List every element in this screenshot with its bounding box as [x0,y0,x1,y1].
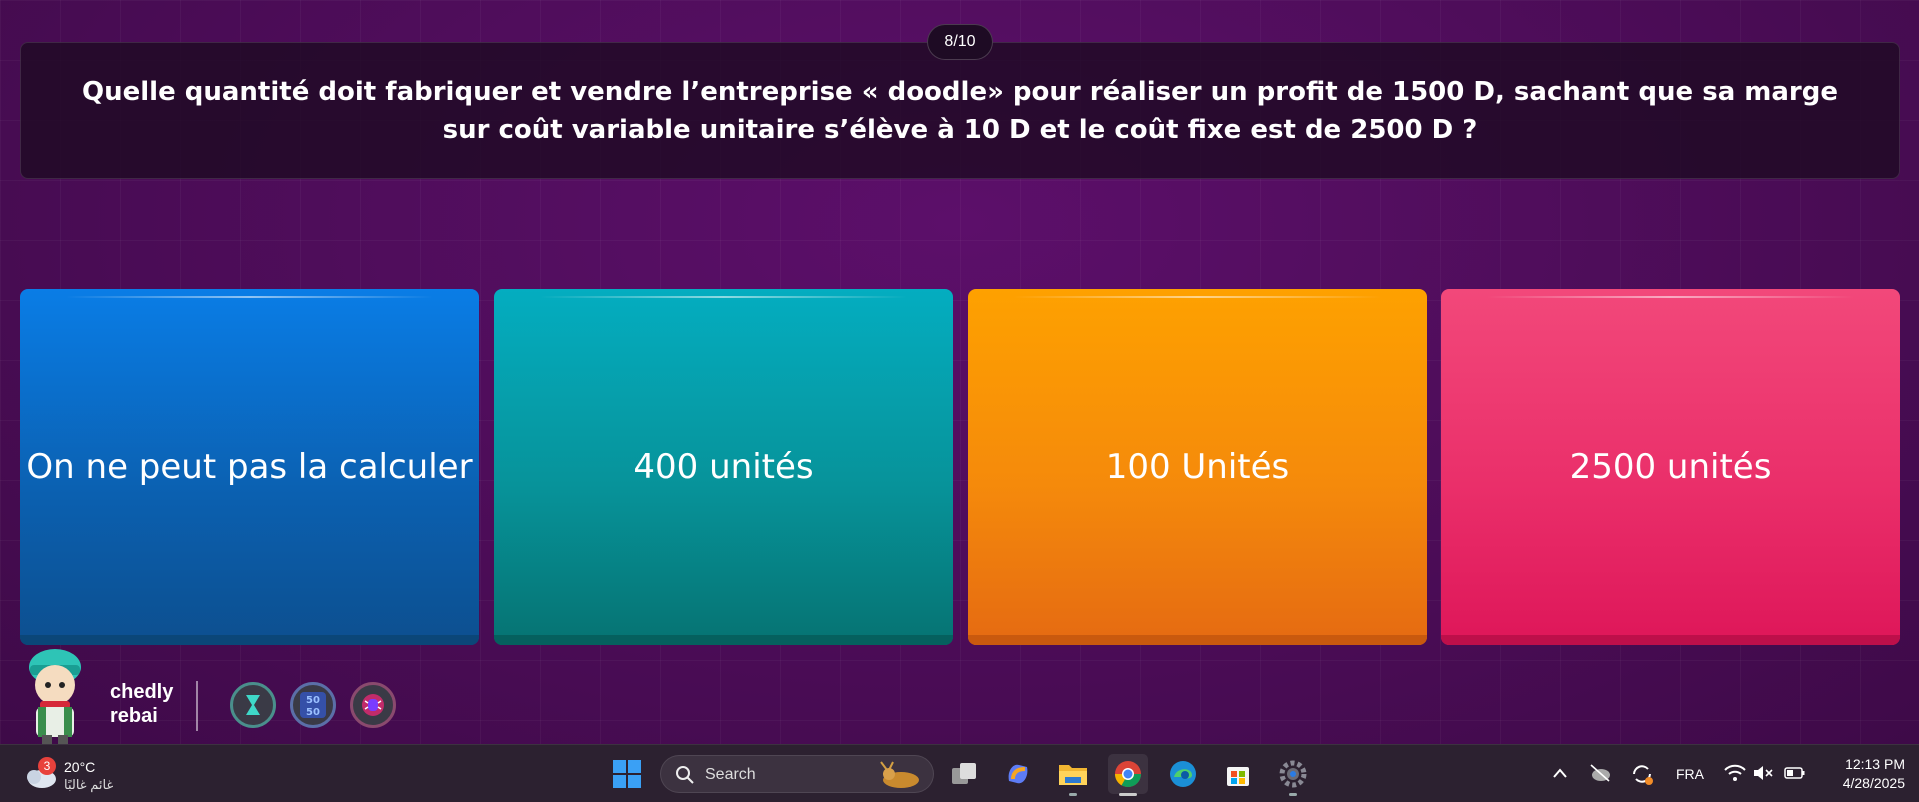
copilot-icon [1008,764,1028,784]
answer-base-1 [20,635,479,645]
answer-option-4[interactable]: 2500 unités [1441,289,1900,645]
answer-option-1[interactable]: On ne peut pas la calculer [20,289,479,645]
fifty-fifty-icon: 50 50 [300,692,326,718]
answer-option-2[interactable]: 400 unités [494,289,953,645]
answer-label-1: On ne peut pas la calculer [26,447,473,487]
windows-start-icon [613,760,641,788]
fifty-top-label: 50 [306,695,320,706]
search-icon [676,766,694,784]
weather-widget[interactable]: 3 20°C غائم غالبًا [20,751,140,797]
clock-time: 12:13 PM [1845,756,1905,772]
fifty-bottom-label: 50 [306,707,320,718]
weather-description: غائم غالبًا [64,777,114,792]
answer-label-4: 2500 unités [1569,447,1772,487]
fifty-fifty-powerup-button[interactable]: 50 50 [290,682,336,728]
search-label: Search [705,766,756,783]
task-view-button[interactable] [944,754,984,794]
hourglass-icon [246,695,260,715]
bug-powerup-button[interactable] [350,682,396,728]
task-view-icon [952,763,976,784]
file-explorer-icon [1059,765,1087,785]
battery-icon[interactable] [1784,766,1806,780]
player-name: chedly rebai [110,680,173,728]
copilot-button[interactable] [998,754,1038,794]
hourglass-powerup-button[interactable] [230,682,276,728]
settings-icon [1279,760,1307,788]
chrome-icon [1114,761,1142,788]
wifi-icon[interactable] [1724,764,1746,782]
windows-taskbar: 3 20°C غائم غالبًا Search FRA 12:13 PM 4… [0,744,1919,802]
weather-temperature: 20°C [64,759,96,775]
search-highlight-deer-icon [880,761,919,788]
answer-option-3[interactable]: 100 Unités [968,289,1427,645]
answer-base-4 [1441,635,1900,645]
settings-button[interactable] [1273,754,1313,796]
edge-icon [1170,761,1196,787]
quiz-stage: 8/10 Quelle quantité doit fabriquer et v… [0,0,1919,744]
running-indicator [1289,793,1297,796]
onedrive-offline-icon[interactable] [1588,763,1612,783]
answer-base-3 [968,635,1427,645]
answer-label-3: 100 Unités [1105,447,1290,487]
store-button[interactable] [1218,754,1258,794]
taskbar-search[interactable]: Search [660,755,934,793]
weather-badge: 3 [38,757,56,775]
chevron-up-icon[interactable] [1552,767,1568,779]
clock[interactable]: 12:13 PM 4/28/2025 [1820,755,1905,793]
player-last-name: rebai [110,705,158,727]
start-button[interactable] [607,754,647,794]
player-divider [196,681,198,731]
running-indicator [1069,793,1077,796]
active-indicator [1119,793,1137,796]
store-icon [1227,767,1249,786]
player-first-name: chedly [110,681,174,703]
bug-powerup-icon [362,694,384,716]
question-panel: Quelle quantité doit fabriquer et vendre… [20,42,1900,179]
player-avatar [29,649,81,744]
clock-date: 4/28/2025 [1842,775,1905,791]
question-counter: 8/10 [927,24,993,60]
sync-icon[interactable] [1630,762,1654,786]
chrome-button[interactable] [1108,754,1148,796]
file-explorer-button[interactable] [1053,754,1093,796]
language-indicator[interactable]: FRA [1676,766,1704,782]
answer-label-2: 400 unités [633,447,814,487]
volume-muted-icon[interactable] [1752,764,1774,782]
edge-button[interactable] [1163,754,1203,794]
answer-base-2 [494,635,953,645]
question-text: Quelle quantité doit fabriquer et vendre… [82,76,1838,145]
player-panel: chedly rebai 50 50 [18,645,438,744]
